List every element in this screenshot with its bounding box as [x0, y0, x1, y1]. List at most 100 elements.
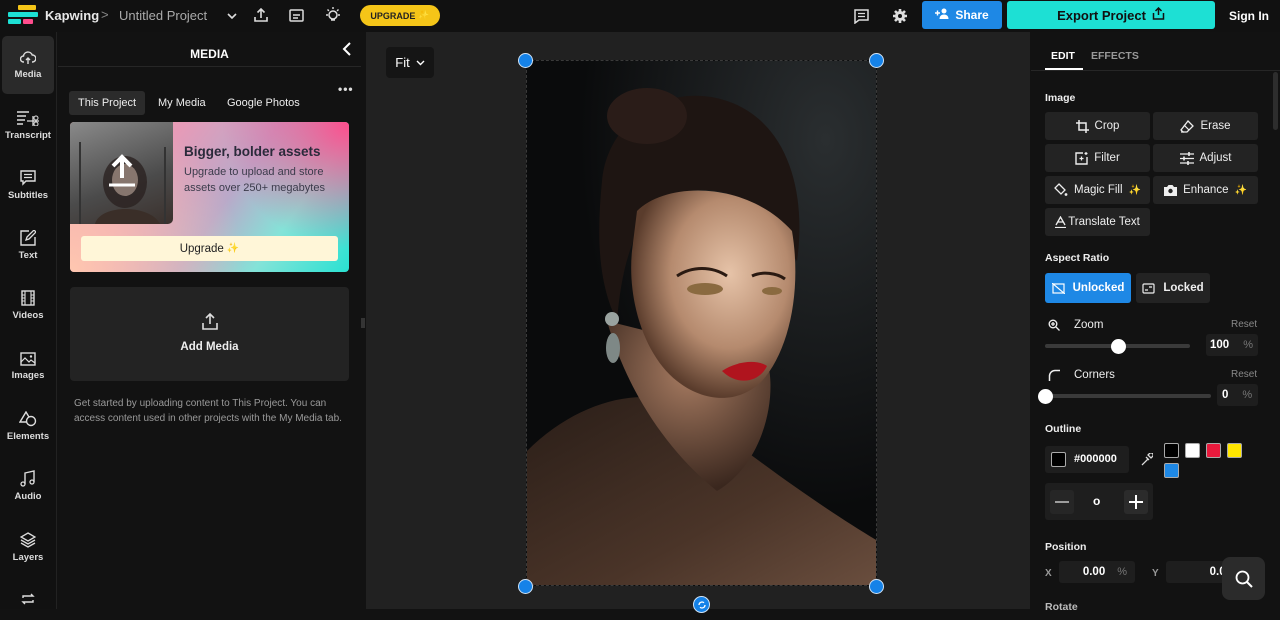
aspect-locked-button[interactable]: Locked	[1136, 273, 1210, 303]
translate-text-label: Translate Text	[1068, 216, 1140, 228]
corners-slider[interactable]	[1045, 394, 1211, 398]
tab-effects[interactable]: EFFECTS	[1091, 50, 1139, 62]
rotate-handle[interactable]	[693, 596, 710, 613]
sidebar-item-text[interactable]: Text	[2, 216, 54, 274]
filter-button[interactable]: Filter	[1045, 144, 1150, 172]
decrement-button[interactable]	[1050, 490, 1074, 514]
chevron-down-icon[interactable]	[225, 9, 239, 23]
tab-edit[interactable]: EDIT	[1051, 50, 1075, 62]
panel-resize-handle[interactable]	[361, 316, 366, 328]
sidebar-item-label: Images	[11, 369, 45, 381]
filter-icon	[1075, 151, 1088, 165]
unlocked-label: Unlocked	[1072, 282, 1125, 294]
film-icon	[21, 289, 35, 306]
swatch-blue[interactable]	[1164, 463, 1179, 478]
resize-handle-top-right[interactable]	[869, 53, 884, 68]
swatch-yellow[interactable]	[1227, 443, 1242, 458]
gear-icon[interactable]	[891, 7, 909, 25]
sidebar-item-loop[interactable]	[2, 580, 54, 620]
tab-google-photos[interactable]: Google Photos	[218, 91, 309, 115]
upload-icon[interactable]	[252, 6, 270, 24]
sign-in-link[interactable]: Sign In	[1229, 9, 1269, 23]
share-button[interactable]: Share	[922, 1, 1002, 29]
sidebar-item-label: Transcript	[5, 129, 51, 141]
outline-width-stepper: o	[1045, 483, 1153, 520]
zoom-reset-button[interactable]: Reset	[1231, 319, 1257, 330]
resize-handle-bottom-right[interactable]	[869, 579, 884, 594]
export-project-button[interactable]: Export Project	[1007, 1, 1215, 29]
loop-icon	[21, 593, 35, 605]
erase-label: Erase	[1200, 120, 1231, 132]
magic-fill-button[interactable]: Magic Fill ✨	[1045, 176, 1150, 204]
erase-button[interactable]: Erase	[1153, 112, 1258, 140]
sidebar-item-subtitles[interactable]: Subtitles	[2, 156, 54, 214]
add-media-button[interactable]: Add Media	[70, 287, 349, 381]
sidebar-item-elements[interactable]: Elements	[2, 397, 54, 455]
eraser-icon	[1180, 119, 1195, 133]
image-section-label: Image	[1045, 92, 1076, 104]
corners-reset-button[interactable]: Reset	[1231, 369, 1257, 380]
outline-width-value[interactable]: o	[1093, 494, 1100, 508]
promo-title: Bigger, bolder assets	[184, 144, 321, 159]
enhance-button[interactable]: Enhance ✨	[1153, 176, 1258, 204]
sidebar-item-images[interactable]: Images	[2, 337, 54, 395]
adjust-button[interactable]: Adjust	[1153, 144, 1258, 172]
sidebar-item-label: Elements	[6, 430, 50, 442]
zoom-fit-dropdown[interactable]: Fit	[386, 47, 434, 78]
project-title[interactable]: Untitled Project	[119, 8, 207, 23]
corners-value-input[interactable]: 0 %	[1217, 384, 1258, 406]
tab-my-media[interactable]: My Media	[149, 91, 215, 115]
position-x-input[interactable]: 0.00 %	[1059, 561, 1135, 583]
crop-button[interactable]: Crop	[1045, 112, 1150, 140]
resize-handle-bottom-left[interactable]	[518, 579, 533, 594]
sidebar-item-videos[interactable]: Videos	[2, 276, 54, 334]
canvas-image[interactable]	[526, 60, 877, 586]
crop-icon	[1075, 119, 1089, 133]
transcript-scissors-icon	[17, 110, 39, 126]
outline-color-preview[interactable]	[1051, 452, 1066, 467]
zoom-icon	[1048, 319, 1060, 331]
upgrade-button[interactable]: UPGRADE ✨	[360, 5, 440, 26]
plus-icon	[1129, 495, 1143, 509]
paint-bucket-icon	[1054, 183, 1068, 196]
cloud-upload-icon	[20, 50, 36, 64]
magic-fill-label: Magic Fill	[1073, 184, 1123, 196]
export-label: Export Project	[1057, 7, 1146, 23]
position-label: Position	[1045, 541, 1087, 553]
resize-handle-top-left[interactable]	[518, 53, 533, 68]
zoom-slider-thumb[interactable]	[1110, 339, 1126, 354]
collapse-panel-icon[interactable]	[342, 42, 352, 61]
panel-scrollbar[interactable]	[1273, 72, 1278, 130]
sidebar-item-audio[interactable]: Audio	[2, 457, 54, 515]
outline-color-input[interactable]: #000000	[1045, 446, 1129, 473]
tab-this-project[interactable]: This Project	[69, 91, 146, 115]
swatch-black[interactable]	[1164, 443, 1179, 458]
corners-slider-thumb[interactable]	[1038, 389, 1053, 404]
translate-text-button[interactable]: Translate Text	[1045, 208, 1150, 236]
sidebar-item-label: Audio	[14, 491, 42, 502]
more-options-icon[interactable]: •••	[338, 82, 354, 96]
subtitles-icon[interactable]	[288, 7, 305, 24]
lightbulb-icon[interactable]	[324, 6, 342, 24]
sidebar-item-media[interactable]: Media	[2, 36, 54, 94]
comment-icon[interactable]	[852, 7, 870, 25]
chevron-down-icon	[416, 60, 425, 65]
corner-radius-icon	[1048, 369, 1060, 381]
increment-button[interactable]	[1124, 490, 1148, 514]
promo-upgrade-button[interactable]: Upgrade ✨	[81, 236, 338, 261]
eyedropper-icon[interactable]	[1141, 453, 1153, 466]
swatch-red[interactable]	[1206, 443, 1221, 458]
kapwing-logo[interactable]	[8, 5, 38, 27]
swatch-white[interactable]	[1185, 443, 1200, 458]
search-button[interactable]	[1222, 557, 1265, 600]
sparkle-icon: ✨	[418, 10, 430, 20]
brand-name[interactable]: Kapwing	[45, 8, 99, 23]
sidebar-item-label: Subtitles	[7, 189, 49, 201]
sidebar-item-layers[interactable]: Layers	[2, 518, 54, 576]
zoom-unit: %	[1243, 339, 1253, 351]
sidebar-item-transcript[interactable]: Transcript	[2, 96, 54, 154]
sparkle-icon: ✨	[226, 243, 240, 254]
aspect-unlocked-button[interactable]: Unlocked	[1045, 273, 1131, 303]
zoom-value-input[interactable]: 100 %	[1206, 334, 1258, 356]
sparkle-icon: ✨	[1128, 184, 1141, 196]
